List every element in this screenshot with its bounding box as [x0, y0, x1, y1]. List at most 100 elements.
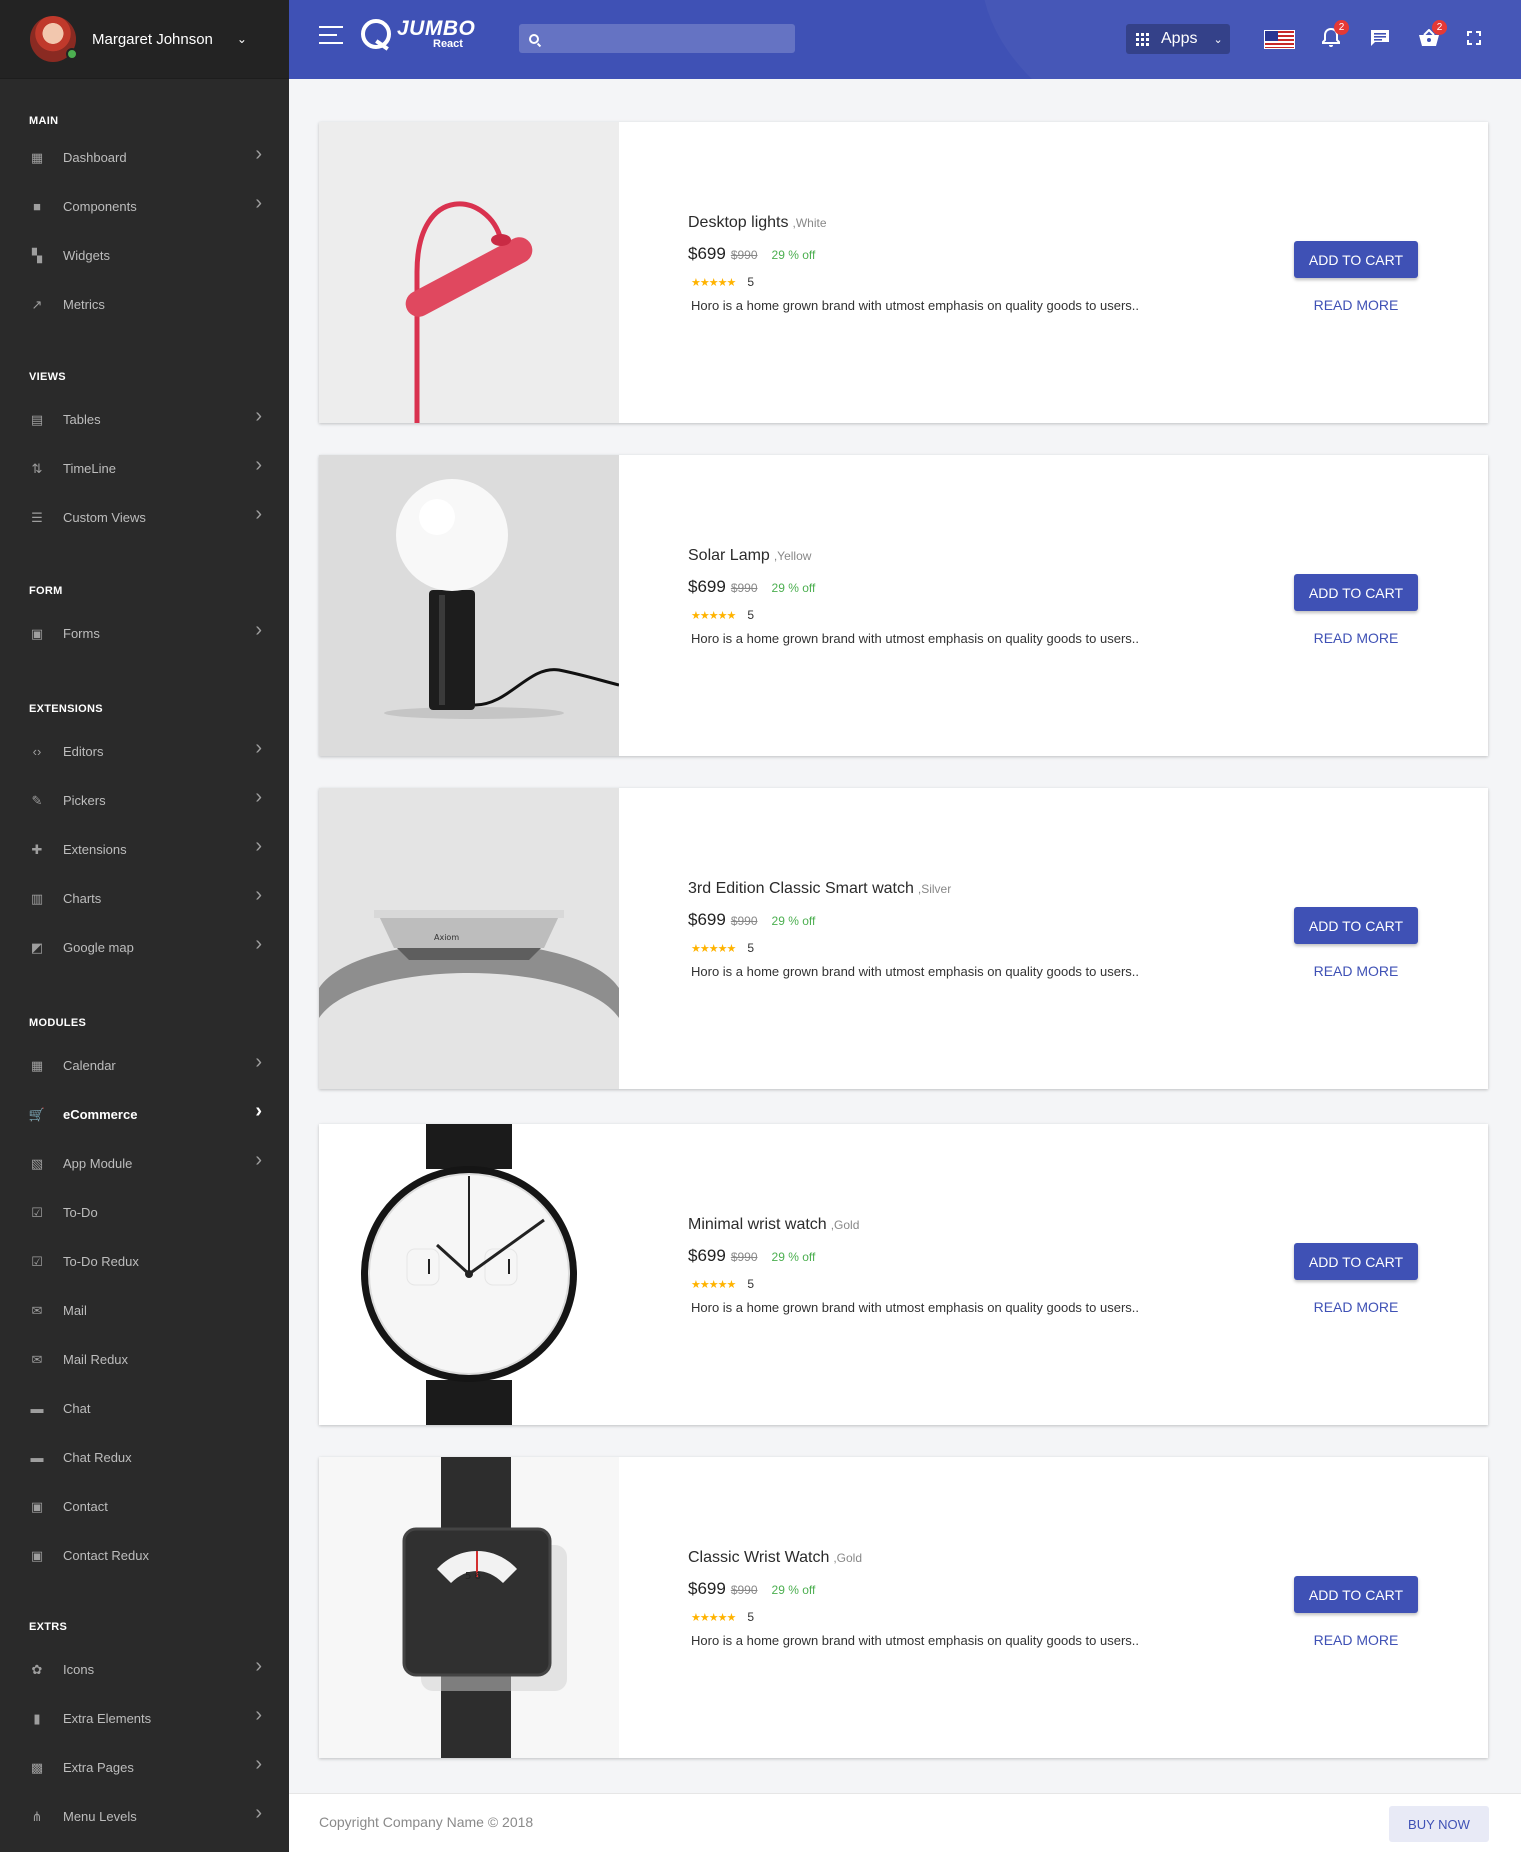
sidebar-item-extra-pages[interactable]: ▩ Extra Pages › [0, 1743, 289, 1792]
sidebar-item-dashboard[interactable]: ▦ Dashboard › [0, 133, 289, 182]
sidebar-item-label: Chat [63, 1401, 91, 1416]
brand-sub: React [433, 38, 463, 50]
read-more-button[interactable]: READ MORE [1294, 1621, 1418, 1658]
product-variant: ,Gold [830, 1218, 860, 1232]
product-image[interactable] [319, 1124, 619, 1425]
dashboard-icon: ▦ [30, 149, 44, 165]
product-card: Desktop lights ,White $699 $990 29 % off … [319, 122, 1488, 423]
product-image[interactable] [319, 122, 619, 423]
map-icon: ◩ [30, 939, 44, 955]
product-name[interactable]: Classic Wrist Watch [688, 1549, 829, 1566]
cart-badge: 2 [1432, 20, 1447, 35]
sidebar-item-custom-views[interactable]: ☰ Custom Views › [0, 493, 289, 542]
read-more-button[interactable]: READ MORE [1294, 619, 1418, 656]
buy-now-button[interactable]: BUY NOW [1389, 1806, 1489, 1842]
sidebar-item-contact[interactable]: ▣ Contact [0, 1482, 289, 1531]
sidebar-item-widgets[interactable]: ▚ Widgets [0, 231, 289, 280]
messages-button[interactable] [1368, 26, 1392, 50]
sidebar-item-label: Dashboard [63, 150, 127, 165]
sidebar-item-extra-elements[interactable]: ▮ Extra Elements › [0, 1694, 289, 1743]
read-more-button[interactable]: READ MORE [1294, 286, 1418, 323]
product-description: Horo is a home grown brand with utmost e… [691, 298, 1140, 313]
sidebar-item-label: App Module [63, 1156, 133, 1171]
sidebar-item-charts[interactable]: ▥ Charts › [0, 874, 289, 923]
add-to-cart-button[interactable]: ADD TO CART [1294, 907, 1418, 944]
product-name[interactable]: 3rd Edition Classic Smart watch [688, 880, 914, 897]
product-image[interactable]: 5 6 [319, 1457, 619, 1758]
avatar[interactable] [30, 16, 78, 62]
sidebar-item-calendar[interactable]: ▦ Calendar › [0, 1041, 289, 1090]
sidebar-item-app-module[interactable]: ▧ App Module › [0, 1139, 289, 1188]
add-to-cart-button[interactable]: ADD TO CART [1294, 241, 1418, 278]
read-more-button[interactable]: READ MORE [1294, 952, 1418, 989]
footer: Copyright Company Name © 2018 BUY NOW [289, 1793, 1521, 1852]
sidebar-item-google-map[interactable]: ◩ Google map › [0, 923, 289, 972]
menu-levels-icon: ⋔ [31, 1808, 43, 1824]
product-card: Axiom 3rd Edition Classic Smart watch ,Si… [319, 788, 1488, 1089]
sidebar-item-to-do-redux[interactable]: ☑ To-Do Redux [0, 1237, 289, 1286]
product-name[interactable]: Desktop lights [688, 214, 789, 231]
product-old-price: $990 [730, 248, 758, 262]
add-to-cart-button[interactable]: ADD TO CART [1294, 1243, 1418, 1280]
sidebar-item-tables[interactable]: ▤ Tables › [0, 395, 289, 444]
sidebar-item-icons[interactable]: ✿ Icons › [0, 1645, 289, 1694]
sidebar-item-menu-levels[interactable]: ⋔ Menu Levels › [0, 1792, 289, 1841]
sidebar-item-ecommerce[interactable]: 🛒 eCommerce › [0, 1090, 289, 1139]
star-rating-icon: ★★★★★ [691, 942, 736, 955]
fullscreen-button[interactable] [1462, 26, 1486, 50]
product-description: Horo is a home grown brand with utmost e… [691, 964, 1140, 979]
product-old-price: $990 [730, 1583, 758, 1597]
chevron-down-icon: ⌄ [1213, 33, 1223, 46]
rating-value: 5 [747, 941, 754, 955]
brand-logo[interactable]: JUMBO React [361, 18, 475, 50]
add-to-cart-button[interactable]: ADD TO CART [1294, 574, 1418, 611]
product-description: Horo is a home grown brand with utmost e… [691, 1300, 1140, 1315]
sidebar-item-to-do[interactable]: ☑ To-Do [0, 1188, 289, 1237]
product-image[interactable] [319, 455, 619, 756]
nav-section-title: EXTENSIONS [29, 703, 103, 715]
sidebar-item-extensions[interactable]: ✚ Extensions › [0, 825, 289, 874]
product-image[interactable]: Axiom [319, 788, 619, 1089]
product-price: $699 [688, 244, 726, 263]
notifications-button[interactable]: 2 [1319, 20, 1349, 50]
sidebar-item-contact-redux[interactable]: ▣ Contact Redux [0, 1531, 289, 1580]
product-name[interactable]: Minimal wrist watch [688, 1216, 827, 1233]
sidebar-item-components[interactable]: ■ Components › [0, 182, 289, 231]
chevron-right-icon: › [255, 1655, 262, 1677]
apps-button[interactable]: Apps ⌄ [1126, 24, 1230, 54]
nav-section-title: EXTRS [29, 1621, 68, 1633]
user-profile[interactable]: Margaret Johnson ⌄ [0, 0, 289, 79]
sidebar-item-label: Components [63, 199, 137, 214]
product-old-price: $990 [730, 581, 758, 595]
sidebar-item-label: Tables [63, 412, 101, 427]
sidebar-item-mail[interactable]: ✉ Mail [0, 1286, 289, 1335]
chevron-right-icon: › [255, 454, 262, 476]
sidebar-item-metrics[interactable]: ↗ Metrics [0, 280, 289, 329]
menu-icon[interactable] [319, 26, 343, 44]
sidebar-item-pickers[interactable]: ✎ Pickers › [0, 776, 289, 825]
us-flag-icon[interactable] [1264, 30, 1295, 49]
search-bar[interactable] [519, 24, 795, 53]
rating-value: 5 [747, 608, 754, 622]
sidebar-item-label: Icons [63, 1662, 95, 1677]
sidebar-item-editors[interactable]: ‹› Editors › [0, 727, 289, 776]
folder-icon: ■ [33, 199, 41, 214]
search-input[interactable] [547, 31, 777, 46]
sidebar-item-mail-redux[interactable]: ✉ Mail Redux [0, 1335, 289, 1384]
read-more-button[interactable]: READ MORE [1294, 1288, 1418, 1325]
sidebar-item-label: Extensions [63, 842, 127, 857]
rating-value: 5 [747, 275, 754, 289]
chevron-right-icon: › [255, 192, 262, 214]
product-discount: 29 % off [771, 248, 816, 262]
mail-icon: ✉ [31, 1302, 43, 1318]
sidebar-item-timeline[interactable]: ⇅ TimeLine › [0, 444, 289, 493]
sidebar-item-chat[interactable]: ▬ Chat [0, 1384, 289, 1433]
chevron-right-icon: › [255, 1149, 262, 1171]
chevron-down-icon[interactable]: ⌄ [237, 32, 247, 46]
svg-text:Axiom: Axiom [434, 933, 459, 942]
sidebar-item-chat-redux[interactable]: ▬ Chat Redux [0, 1433, 289, 1482]
cart-button[interactable]: 2 [1417, 20, 1447, 50]
product-name[interactable]: Solar Lamp [688, 547, 770, 564]
add-to-cart-button[interactable]: ADD TO CART [1294, 1576, 1418, 1613]
sidebar-item-forms[interactable]: ▣ Forms › [0, 609, 289, 658]
